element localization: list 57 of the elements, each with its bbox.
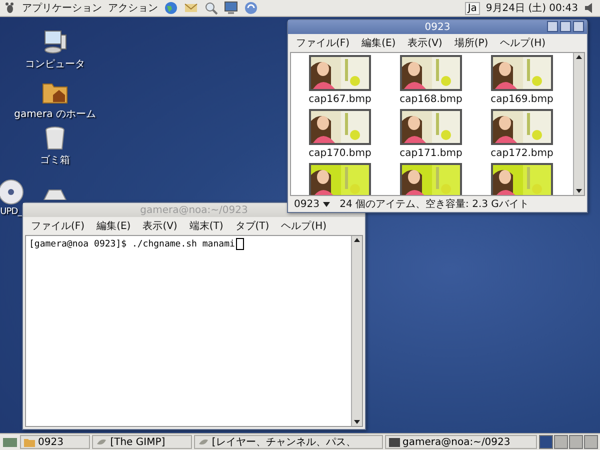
gimp-icon [198, 436, 209, 448]
menu-item[interactable]: ファイル(F) [31, 219, 85, 233]
panel-menu[interactable]: アクション [108, 1, 158, 15]
menu-item[interactable]: タブ(T) [235, 219, 270, 233]
clock[interactable]: 9月24日 (土) 00:43 [486, 1, 578, 15]
file-name[interactable]: cap169.bmp [490, 94, 554, 105]
terminal-icon [388, 436, 400, 448]
menu-item[interactable]: ヘルプ(H) [281, 219, 327, 233]
workspace-switcher[interactable] [569, 435, 583, 449]
menu-item[interactable]: 端末(T) [189, 219, 224, 233]
file-name[interactable]: cap171.bmp [400, 148, 462, 159]
monitor-icon[interactable] [224, 1, 238, 15]
panel-menu[interactable]: アプリケーション [22, 1, 102, 15]
menu-item[interactable]: 表示(V) [142, 219, 178, 233]
drive-icon[interactable] [43, 189, 67, 200]
taskbar-button[interactable]: 0923 [20, 435, 90, 449]
scroll-down-icon[interactable] [575, 187, 583, 195]
scroll-up-icon[interactable] [353, 236, 361, 244]
input-method-indicator[interactable]: Ja [464, 2, 480, 14]
taskbar-button[interactable]: [レイヤー、チャンネル、パス、 [194, 435, 382, 449]
scrollbar[interactable] [351, 236, 362, 426]
desktop-icon-label[interactable]: UPD_ [0, 207, 22, 217]
menu-item[interactable]: 編集(E) [96, 219, 131, 233]
foot-icon[interactable] [4, 2, 16, 14]
workspace-switcher[interactable] [584, 435, 598, 449]
window-title: gamera@noa:~/0923 [140, 204, 248, 216]
workspace-switcher[interactable] [554, 435, 568, 449]
magnifier-icon[interactable] [204, 1, 218, 15]
menu-item[interactable]: ファイル(F) [296, 36, 350, 50]
desktop-icon-label[interactable]: ゴミ箱 [40, 153, 70, 167]
location-dropdown[interactable]: 0923 [294, 198, 330, 210]
gimp-icon [96, 436, 108, 448]
desktop-icon-label[interactable]: gamera のホーム [14, 107, 96, 121]
update-icon[interactable] [244, 1, 258, 15]
window-title: 0923 [424, 22, 450, 32]
file-name[interactable]: cap167.bmp [308, 94, 372, 105]
taskbar-button[interactable]: [The GIMP] [92, 435, 192, 449]
desktop-icon-label[interactable]: コンピュータ [25, 57, 85, 71]
terminal-line: [gamera@noa 0923]$ ./chgname.sh manami [26, 236, 351, 426]
envelope-icon[interactable] [184, 1, 198, 15]
globe-icon[interactable] [164, 1, 178, 15]
menu-item[interactable]: 編集(E) [362, 36, 396, 50]
menu-item[interactable]: 表示(V) [408, 36, 442, 50]
scrollbar[interactable] [573, 53, 584, 195]
menu-item[interactable]: 場所(P) [454, 36, 488, 50]
file-name[interactable]: cap168.bmp [400, 94, 462, 105]
scroll-up-icon[interactable] [575, 53, 583, 61]
taskbar-button[interactable]: gamera@noa:~/0923 [384, 435, 537, 449]
menu-item[interactable]: ヘルプ(H) [500, 36, 546, 50]
workspace-switcher[interactable] [539, 435, 553, 449]
caret-icon [322, 202, 330, 206]
file-name[interactable]: cap172.bmp [490, 148, 554, 159]
scroll-down-icon[interactable] [353, 418, 361, 426]
status-text: 24 個のアイテム、空き容量: 2.3 Gバイト [340, 198, 529, 211]
file-name[interactable]: cap170.bmp [308, 148, 372, 159]
folder-icon [24, 436, 35, 448]
show-desktop-icon[interactable] [2, 435, 18, 449]
